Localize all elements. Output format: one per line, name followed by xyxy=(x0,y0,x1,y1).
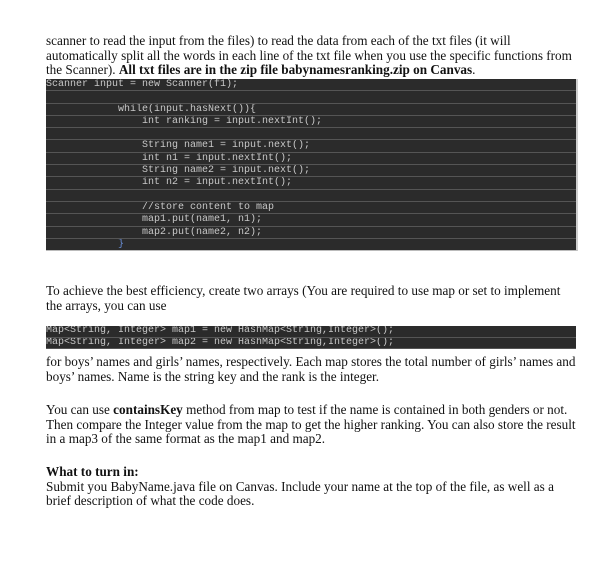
code-line: Map<String, Integer> map1 = new HashMap<… xyxy=(46,326,576,338)
code-line: int n2 = input.nextInt(); xyxy=(46,177,576,190)
code-line: while(input.hasNext()){ xyxy=(46,104,576,116)
code-line: String name2 = input.next(); xyxy=(46,165,576,178)
paragraph-prefix: You can use xyxy=(46,402,114,417)
code-line xyxy=(46,190,576,202)
turn-in-section: What to turn in: Submit you BabyName.jav… xyxy=(46,464,576,509)
code-line: //store content to map xyxy=(46,202,576,215)
code-line xyxy=(46,91,576,104)
turn-in-text: Submit you BabyName.java file on Canvas.… xyxy=(46,478,554,509)
code-line: Map<String, Integer> map2 = new HashMap<… xyxy=(46,338,576,349)
code-line xyxy=(46,128,576,141)
zip-file-note: All txt files are in the zip file babyna… xyxy=(118,62,473,78)
code-line: map1.put(name1, n1); xyxy=(46,214,576,227)
code-line: int ranking = input.nextInt(); xyxy=(46,116,576,129)
scanner-code-block: Scanner input = new Scanner(f1); while(i… xyxy=(46,79,578,252)
code-line: int n1 = input.nextInt(); xyxy=(46,153,576,166)
code-line: map2.put(name2, n2); xyxy=(46,227,576,239)
containskey-term: containsKey xyxy=(113,402,183,417)
scanner-paragraph: scanner to read the input from the files… xyxy=(46,33,576,78)
code-line: Scanner input = new Scanner(f1); xyxy=(46,79,576,92)
containskey-paragraph: You can use containsKey method from map … xyxy=(46,402,576,447)
turn-in-heading: What to turn in: xyxy=(46,464,139,479)
code-line: String name1 = input.next(); xyxy=(46,140,576,153)
map-usage-paragraph: for boys’ names and girls’ names, respec… xyxy=(46,354,576,384)
code-line-closing-brace: } xyxy=(46,238,125,250)
paragraph-tail: . xyxy=(472,62,476,78)
efficiency-paragraph: To achieve the best efficiency, create t… xyxy=(46,283,561,313)
map-declaration-code-block: Map<String, Integer> map1 = new HashMap<… xyxy=(46,326,576,349)
